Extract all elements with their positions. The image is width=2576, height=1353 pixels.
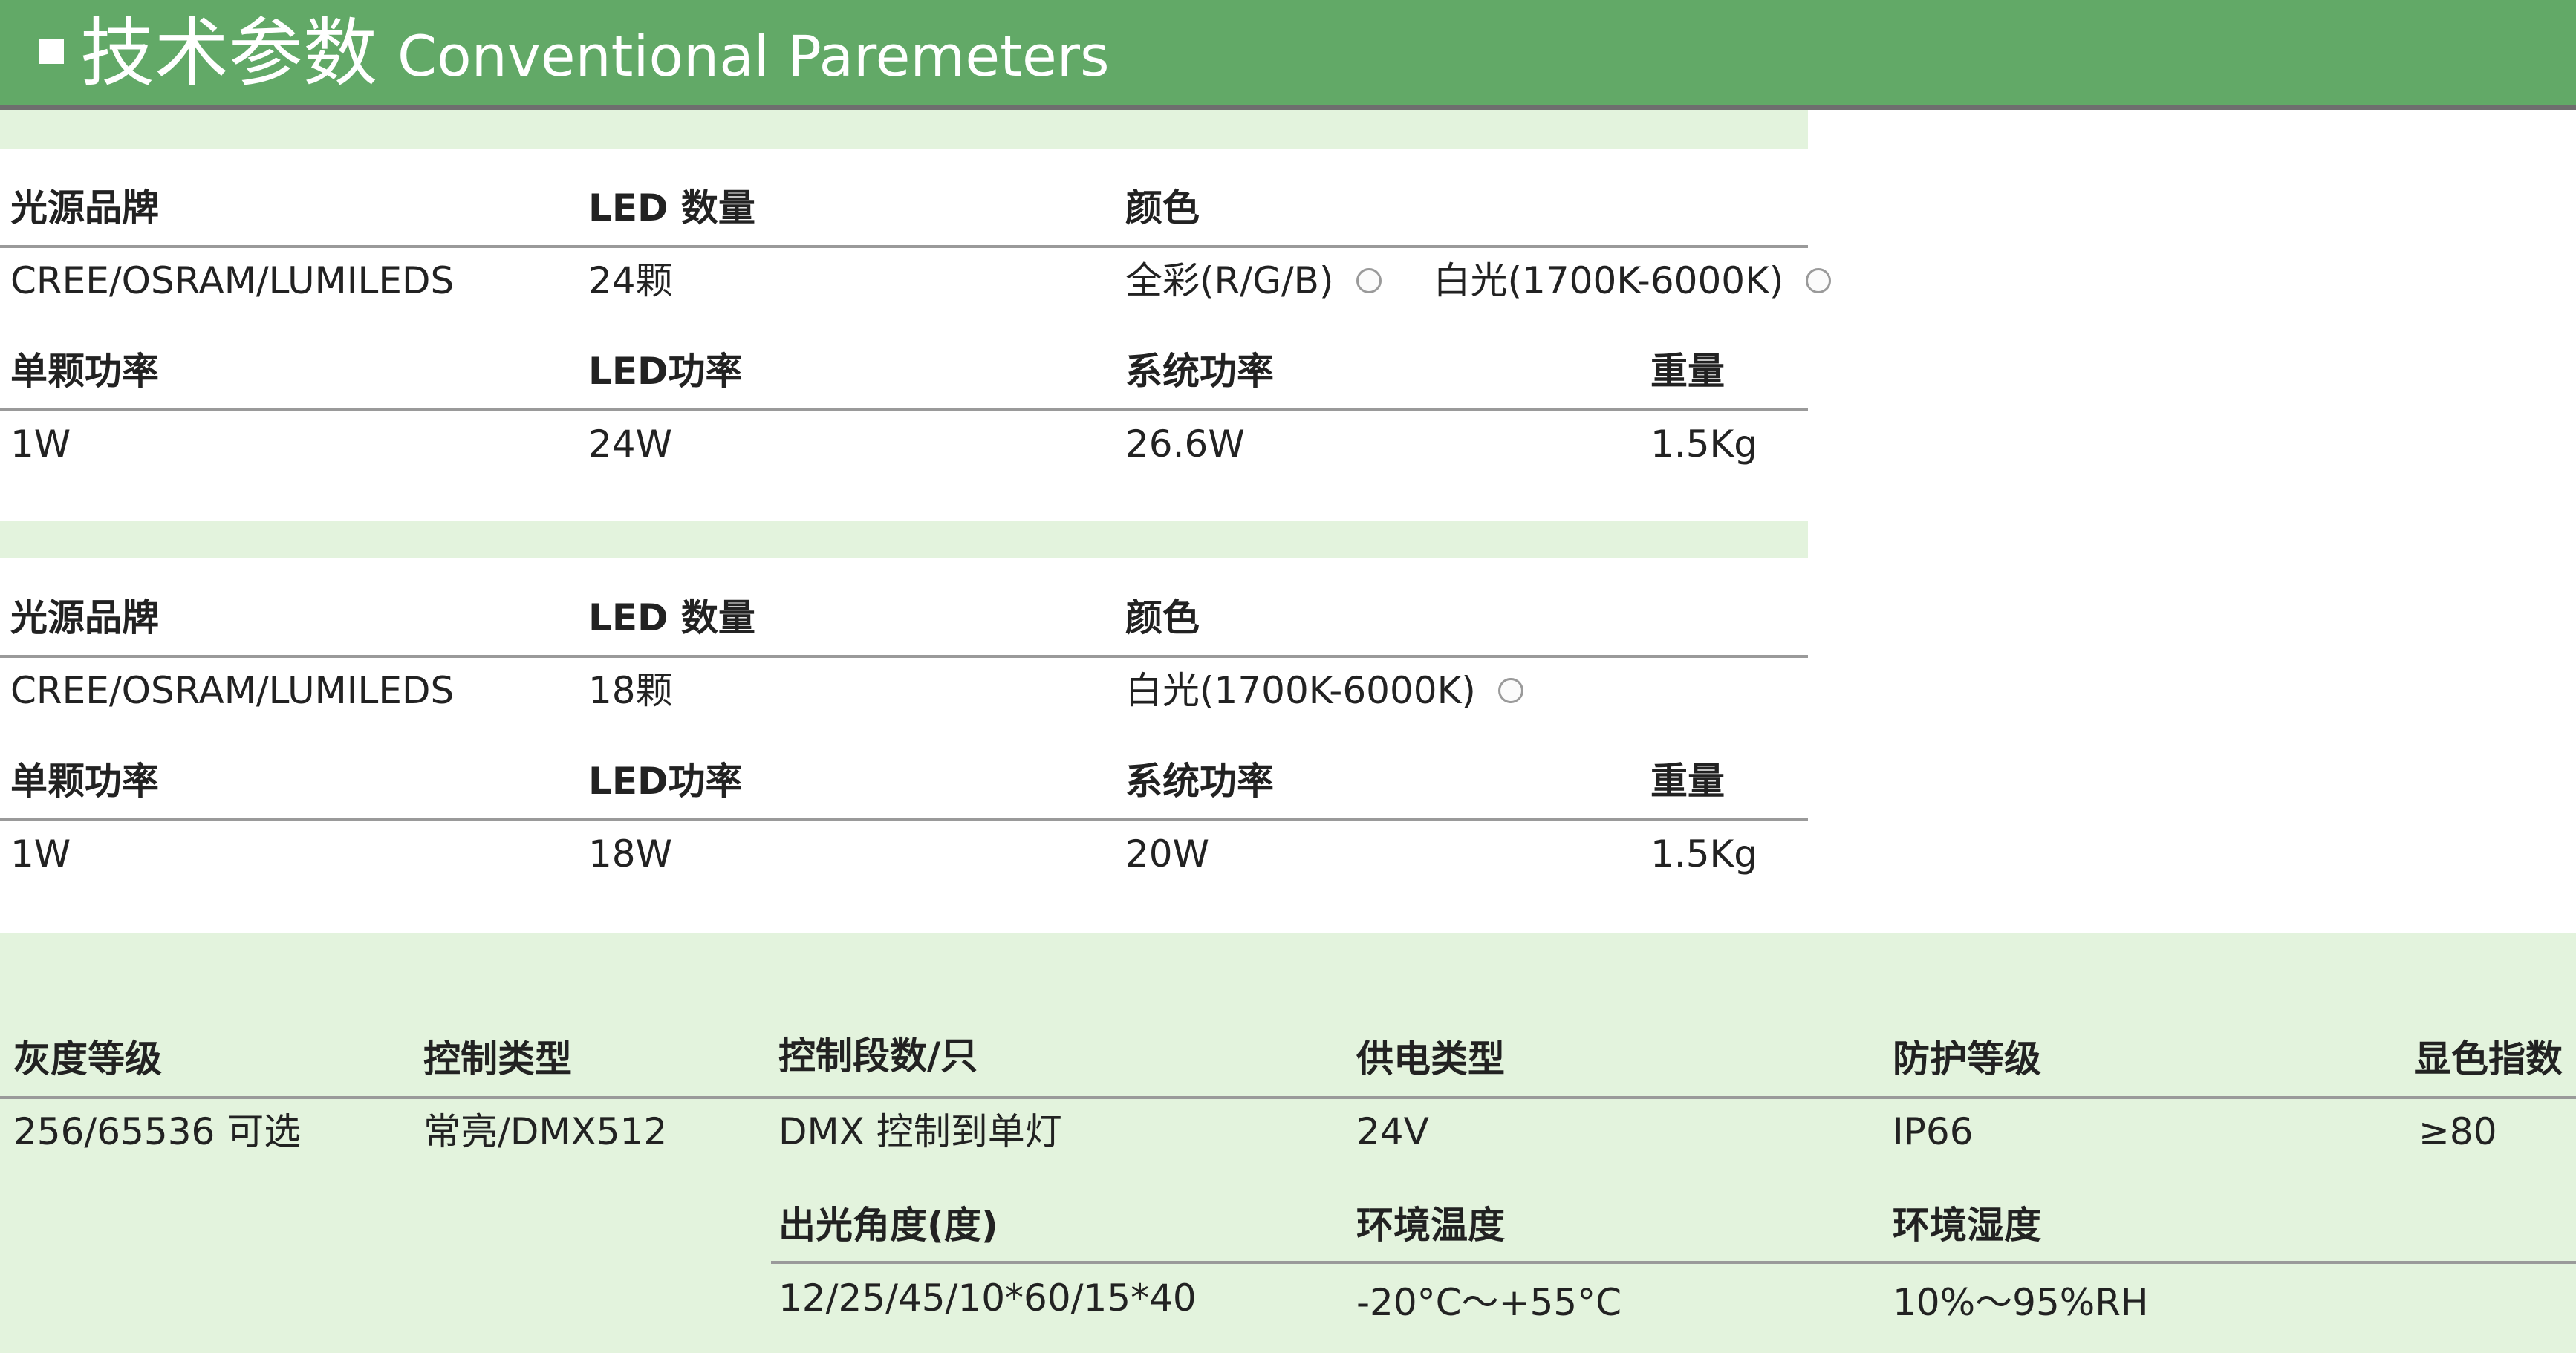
title-english: Conventional Paremeters [397,23,1110,89]
header-unit-power: 单颗功率 [10,760,159,803]
value-ambient-temperature: -20°C～+55°C [1356,1281,1622,1324]
header-unit-power: 单颗功率 [10,350,159,393]
value-weight: 1.5Kg [1650,832,1758,876]
bullet-square-icon [39,39,64,64]
header-weight: 重量 [1650,760,1725,803]
header-grayscale: 灰度等级 [13,1037,162,1080]
header-led-count: LED 数量 [588,186,755,229]
header-ambient-humidity: 环境湿度 [1893,1204,2041,1247]
header-beam-angle: 出光角度(度) [778,1204,998,1247]
header-color: 颜色 [1125,186,1200,229]
header-led-power: LED功率 [588,350,743,393]
header-power-supply: 供电类型 [1356,1037,1505,1080]
color-option-radio[interactable] [1806,268,1832,293]
color-options: 白光(1700K-6000K) [1125,667,1523,714]
header-protection-rating: 防护等级 [1893,1037,2041,1080]
value-control-type: 常亮/DMX512 [423,1110,668,1153]
value-light-brand: CREE/OSRAM/LUMILEDS [10,259,455,302]
value-weight: 1.5Kg [1650,423,1758,466]
divider [0,1096,2576,1099]
value-protection-rating: IP66 [1893,1110,1974,1153]
divider [0,818,1808,821]
value-grayscale: 256/65536 可选 [13,1110,302,1153]
color-option-radio[interactable] [1497,678,1523,703]
color-option-label: 白光(1700K-6000K) [1433,259,1784,302]
title-bar [0,0,2576,110]
header-light-brand: 光源品牌 [10,186,159,229]
divider [771,1261,2576,1264]
section-band-2 [0,521,1808,558]
header-system-power: 系统功率 [1125,350,1274,393]
value-power-supply: 24V [1356,1110,1429,1153]
section-band-1 [0,110,1808,149]
header-weight: 重量 [1650,350,1725,393]
value-control-segments: DMX 控制到单灯 [778,1110,1062,1153]
value-unit-power: 1W [10,832,71,876]
color-options: 全彩(R/G/B) 白光(1700K-6000K) [1125,257,1832,304]
value-ambient-humidity: 10%～95%RH [1893,1281,2149,1324]
value-beam-angle: 12/25/45/10*60/15*40 [778,1277,1197,1320]
color-option-radio[interactable] [1356,268,1382,293]
header-control-type: 控制类型 [423,1037,572,1080]
header-control-segments: 控制段数/只 [778,1034,978,1077]
header-led-power: LED功率 [588,760,743,803]
value-led-count: 24颗 [588,259,673,302]
value-system-power: 20W [1125,832,1210,876]
divider [0,655,1808,658]
color-option-label: 白光(1700K-6000K) [1125,669,1476,712]
value-unit-power: 1W [10,423,71,466]
header-led-count: LED 数量 [588,596,755,639]
header-system-power: 系统功率 [1125,760,1274,803]
title-chinese: 技术参数 [80,10,377,97]
value-led-count: 18颗 [588,669,673,712]
header-light-brand: 光源品牌 [10,596,159,639]
value-color-rendering: ≥80 [2419,1110,2497,1153]
divider [0,408,1808,411]
header-color: 颜色 [1125,596,1200,639]
value-led-power: 24W [588,423,673,466]
value-led-power: 18W [588,832,673,876]
value-system-power: 26.6W [1125,423,1245,466]
value-light-brand: CREE/OSRAM/LUMILEDS [10,669,455,712]
color-option-label: 全彩(R/G/B) [1125,259,1334,302]
common-params-panel [0,933,2576,1353]
divider [0,245,1808,248]
header-color-rendering: 显色指数 [2414,1037,2563,1080]
header-ambient-temperature: 环境温度 [1356,1204,1505,1247]
